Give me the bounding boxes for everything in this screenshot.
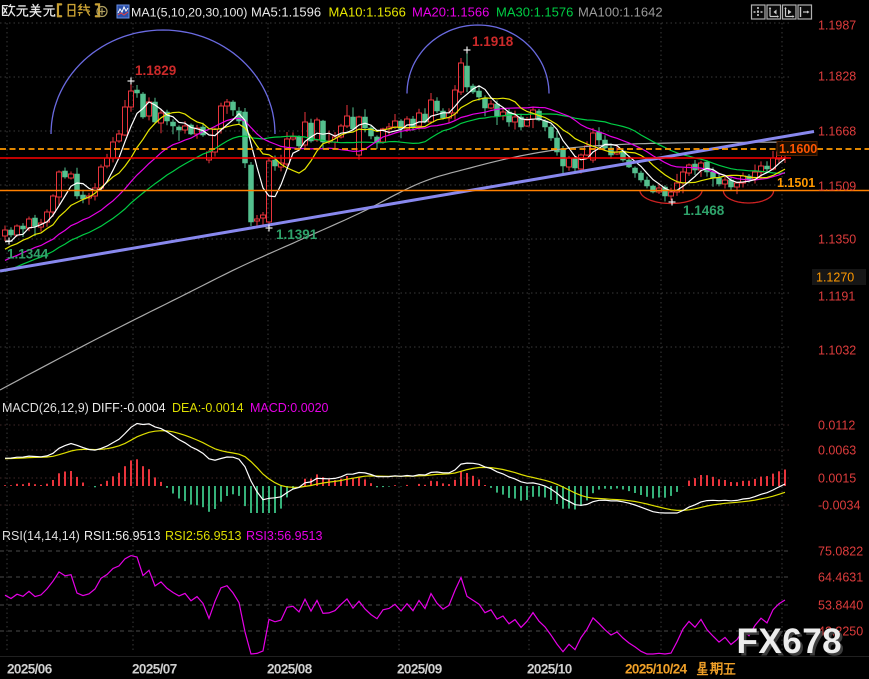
svg-text:FX678: FX678 <box>737 622 843 661</box>
svg-text:MA100:1.1642: MA100:1.1642 <box>578 5 663 20</box>
svg-text:1.1600: 1.1600 <box>779 142 817 156</box>
svg-text:1.1391: 1.1391 <box>276 227 318 242</box>
svg-text:75.0822: 75.0822 <box>818 545 863 559</box>
svg-text:MACD:0.0020: MACD:0.0020 <box>250 401 329 415</box>
svg-text:DEA:-0.0014: DEA:-0.0014 <box>172 401 244 415</box>
svg-text:2025/06: 2025/06 <box>7 662 53 677</box>
svg-text:MA30:1.1576: MA30:1.1576 <box>496 5 573 20</box>
svg-text:MA5:1.1596: MA5:1.1596 <box>251 5 321 20</box>
svg-text:-0.0034: -0.0034 <box>818 499 860 513</box>
svg-text:RSI1:56.9513: RSI1:56.9513 <box>84 529 160 543</box>
svg-text:RSI3:56.9513: RSI3:56.9513 <box>246 529 322 543</box>
svg-text:0.0063: 0.0063 <box>818 444 856 458</box>
svg-text:1.1918: 1.1918 <box>472 34 514 49</box>
svg-text:0.0015: 0.0015 <box>818 472 856 486</box>
svg-text:1.1668: 1.1668 <box>818 125 856 139</box>
svg-text:MACD(26,12,9): MACD(26,12,9) <box>2 401 89 415</box>
svg-text:64.4631: 64.4631 <box>818 571 863 585</box>
svg-text:1.1350: 1.1350 <box>818 233 856 247</box>
svg-text:DIFF:-0.0004: DIFF:-0.0004 <box>92 401 166 415</box>
svg-text:1.1468: 1.1468 <box>683 203 725 218</box>
svg-text:2025/08: 2025/08 <box>267 662 313 677</box>
svg-text:53.8440: 53.8440 <box>818 599 863 613</box>
svg-text:1.1191: 1.1191 <box>818 290 855 304</box>
svg-text:MA20:1.1566: MA20:1.1566 <box>412 5 489 20</box>
svg-text:1.1344: 1.1344 <box>7 247 49 262</box>
svg-text:RSI(14,14,14): RSI(14,14,14) <box>2 529 80 543</box>
svg-text:2025/10/24: 2025/10/24 <box>625 662 688 677</box>
svg-text:1.1828: 1.1828 <box>818 70 856 84</box>
svg-text:0.0112: 0.0112 <box>818 419 855 433</box>
svg-text:1.1270: 1.1270 <box>816 271 854 285</box>
svg-text:2025/07: 2025/07 <box>132 662 177 677</box>
svg-text:MA10:1.1566: MA10:1.1566 <box>329 5 406 20</box>
svg-text:2025/10: 2025/10 <box>527 662 572 677</box>
svg-text:1.1509: 1.1509 <box>818 180 856 194</box>
svg-text:1.1032: 1.1032 <box>818 344 856 358</box>
svg-text:1.1829: 1.1829 <box>135 63 176 78</box>
svg-text:MA1(5,10,20,30,100): MA1(5,10,20,30,100) <box>131 6 247 20</box>
svg-text:2025/09: 2025/09 <box>397 662 442 677</box>
svg-text:1.1501: 1.1501 <box>777 176 815 190</box>
svg-text:1.1987: 1.1987 <box>818 19 856 33</box>
svg-text:RSI2:56.9513: RSI2:56.9513 <box>165 529 241 543</box>
